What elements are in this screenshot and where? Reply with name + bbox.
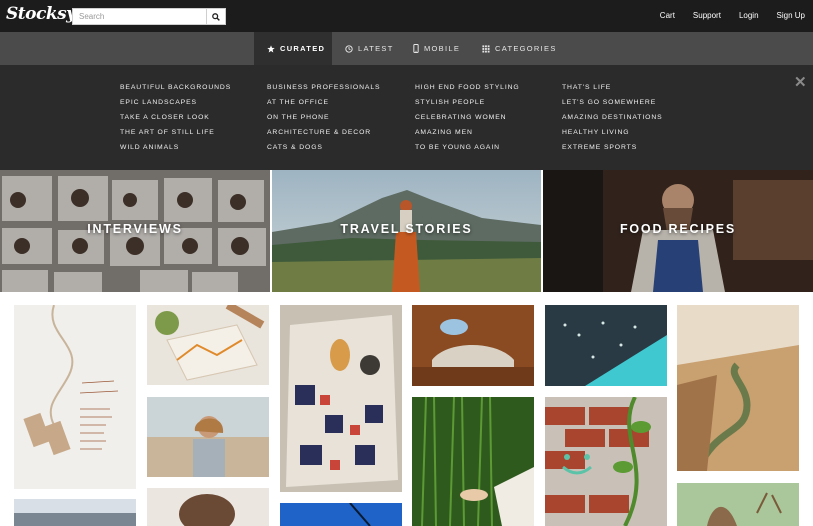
- menu-link[interactable]: AT THE OFFICE: [267, 98, 380, 113]
- photo: [14, 499, 136, 526]
- photo: [147, 305, 269, 385]
- photo: [280, 503, 402, 526]
- nav-tab-curated[interactable]: CURATED: [254, 32, 332, 65]
- hero-interviews[interactable]: INTERVIEWS: [0, 170, 270, 292]
- menu-link[interactable]: ARCHITECTURE & DECOR: [267, 128, 380, 143]
- grid-photo-grass-hand[interactable]: [412, 397, 534, 526]
- hero-title: TRAVEL STORIES: [340, 222, 473, 236]
- menu-link[interactable]: TAKE A CLOSER LOOK: [120, 113, 231, 128]
- menu-link[interactable]: BEAUTIFUL BACKGROUNDS: [120, 83, 231, 98]
- nav-tab-categories-label: CATEGORIES: [495, 44, 557, 53]
- hero-title: INTERVIEWS: [87, 222, 183, 236]
- photo: [14, 305, 136, 489]
- account-links: Cart Support Login Sign Up: [642, 11, 805, 20]
- grid-photo-girl-beach[interactable]: [147, 397, 269, 477]
- login-link[interactable]: Login: [739, 11, 759, 20]
- menu-column-4: THAT'S LIFE LET'S GO SOMEWHERE AMAZING D…: [562, 83, 663, 158]
- search-button[interactable]: [206, 9, 225, 24]
- photo: [545, 397, 667, 526]
- grid-photo-toilet-paper-binoculars[interactable]: [14, 305, 136, 489]
- menu-link[interactable]: CELEBRATING WOMEN: [415, 113, 520, 128]
- search-box: [72, 8, 226, 25]
- grid-photo[interactable]: [280, 503, 402, 526]
- menu-link[interactable]: LET'S GO SOMEWHERE: [562, 98, 663, 113]
- hero-food-recipes[interactable]: FOOD RECIPES: [543, 170, 813, 292]
- nav-tab-categories[interactable]: CATEGORIES: [482, 32, 557, 65]
- search-input[interactable]: [73, 9, 206, 24]
- menu-link[interactable]: ON THE PHONE: [267, 113, 380, 128]
- grid-icon: [482, 44, 490, 53]
- menu-link[interactable]: THAT'S LIFE: [562, 83, 663, 98]
- grid-photo-brick-smiley[interactable]: [545, 397, 667, 526]
- grid-photo[interactable]: [14, 499, 136, 526]
- top-bar: Stocksy Cart Support Login Sign Up: [0, 0, 813, 32]
- cart-link[interactable]: Cart: [660, 11, 675, 20]
- photo: [147, 488, 269, 526]
- menu-link[interactable]: STYLISH PEOPLE: [415, 98, 520, 113]
- menu-column-1: BEAUTIFUL BACKGROUNDS EPIC LANDSCAPES TA…: [120, 83, 231, 158]
- nav-tab-curated-label: CURATED: [280, 44, 326, 53]
- photo: [412, 397, 534, 526]
- menu-link[interactable]: EXTREME SPORTS: [562, 143, 663, 158]
- photo: [677, 305, 799, 471]
- menu-link[interactable]: THE ART OF STILL LIFE: [120, 128, 231, 143]
- nav-tab-latest-label: LATEST: [358, 44, 394, 53]
- photo: [545, 305, 667, 386]
- grid-photo-picnic-blanket[interactable]: [280, 305, 402, 492]
- grid-photo-canyon-river[interactable]: [677, 305, 799, 471]
- photo: [147, 397, 269, 477]
- grid-photo-deer[interactable]: [677, 483, 799, 526]
- grid-photo-map-workspace[interactable]: [147, 305, 269, 385]
- photo: [280, 305, 402, 492]
- stocksy-logo[interactable]: Stocksy: [6, 4, 76, 24]
- nav-tab-latest[interactable]: LATEST: [345, 32, 394, 65]
- menu-link[interactable]: AMAZING MEN: [415, 128, 520, 143]
- menu-link[interactable]: HIGH END FOOD STYLING: [415, 83, 520, 98]
- hero-travel-stories[interactable]: TRAVEL STORIES: [272, 170, 541, 292]
- signup-link[interactable]: Sign Up: [777, 11, 805, 20]
- photo: [412, 305, 534, 386]
- grid-photo-teal-aerial[interactable]: [545, 305, 667, 386]
- main-nav: CURATED LATEST MOBILE CATEGORIES: [0, 32, 813, 65]
- star-icon: [267, 44, 275, 52]
- menu-link[interactable]: WILD ANIMALS: [120, 143, 231, 158]
- menu-link[interactable]: HEALTHY LIVING: [562, 128, 663, 143]
- curated-mega-menu: BEAUTIFUL BACKGROUNDS EPIC LANDSCAPES TA…: [0, 65, 813, 170]
- close-icon[interactable]: ✕: [794, 73, 807, 91]
- menu-column-2: BUSINESS PROFESSIONALS AT THE OFFICE ON …: [267, 83, 380, 158]
- grid-photo-baby[interactable]: [147, 488, 269, 526]
- menu-link[interactable]: AMAZING DESTINATIONS: [562, 113, 663, 128]
- photo: [677, 483, 799, 526]
- nav-tab-mobile[interactable]: MOBILE: [413, 32, 460, 65]
- support-link[interactable]: Support: [693, 11, 721, 20]
- nav-tab-mobile-label: MOBILE: [424, 44, 461, 53]
- menu-link[interactable]: CATS & DOGS: [267, 143, 380, 158]
- menu-link[interactable]: TO BE YOUNG AGAIN: [415, 143, 520, 158]
- hero-title: FOOD RECIPES: [619, 222, 737, 236]
- menu-column-3: HIGH END FOOD STYLING STYLISH PEOPLE CEL…: [415, 83, 520, 158]
- mobile-icon: [413, 44, 419, 53]
- menu-link[interactable]: BUSINESS PROFESSIONALS: [267, 83, 380, 98]
- clock-icon: [345, 44, 353, 53]
- menu-link[interactable]: EPIC LANDSCAPES: [120, 98, 231, 113]
- search-icon: [212, 12, 220, 21]
- grid-photo-sea-cave[interactable]: [412, 305, 534, 386]
